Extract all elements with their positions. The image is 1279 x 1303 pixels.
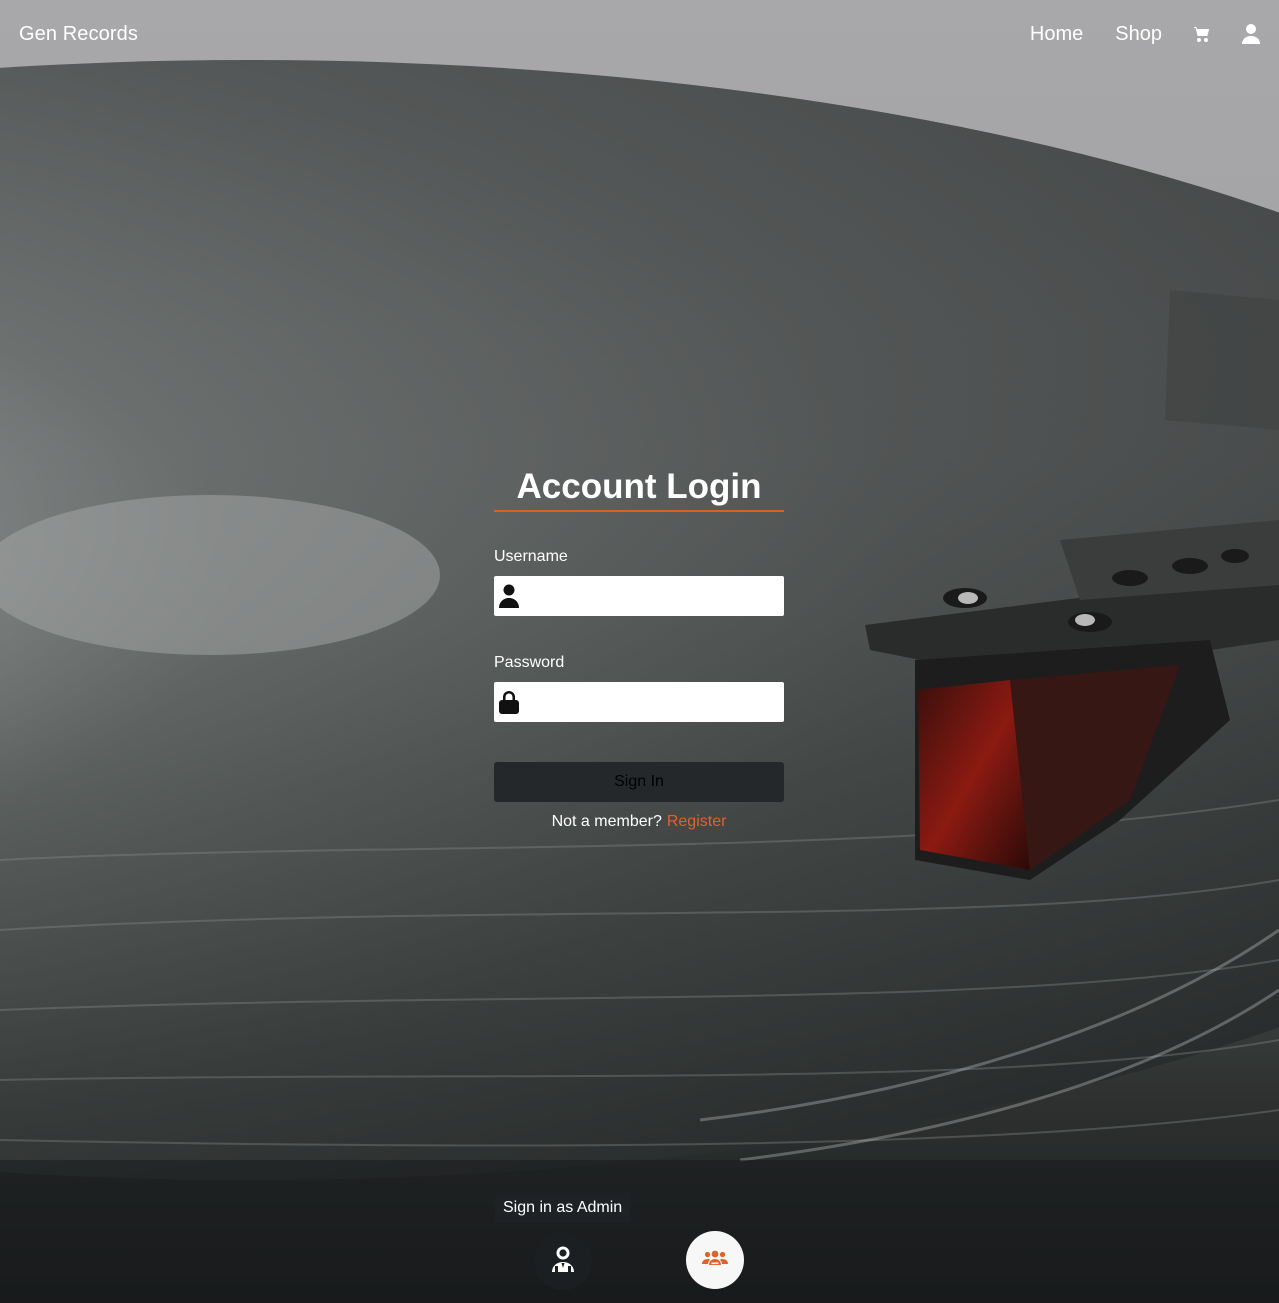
register-link[interactable]: Register [667,813,727,830]
password-input[interactable] [524,682,784,722]
users-group-icon [702,1248,728,1273]
password-field-wrap [494,682,784,722]
admin-icon [551,1246,575,1277]
brand-link[interactable]: Gen Records [19,23,138,46]
register-prompt: Not a member? Register [494,813,784,831]
person-icon [494,584,524,608]
user-login-button[interactable] [686,1231,744,1289]
admin-tooltip: Sign in as Admin [495,1193,631,1223]
password-label: Password [494,654,565,671]
user-icon[interactable] [1242,24,1260,44]
nav-shop-link[interactable]: Shop [1115,23,1162,46]
username-input[interactable] [524,576,784,616]
cart-icon[interactable] [1194,26,1210,42]
sign-in-button[interactable]: Sign In [494,762,784,802]
login-form: Account Login Username Password Sign In … [494,466,784,831]
admin-login-button[interactable] [534,1232,592,1290]
navbar: Gen Records Home Shop [0,0,1279,68]
not-member-text: Not a member? [551,813,662,830]
username-field-wrap [494,576,784,616]
lock-icon [494,690,524,714]
nav-right: Home Shop [998,23,1260,46]
username-label: Username [494,548,568,565]
page-title: Account Login [494,466,784,512]
nav-home-link[interactable]: Home [1030,23,1083,46]
